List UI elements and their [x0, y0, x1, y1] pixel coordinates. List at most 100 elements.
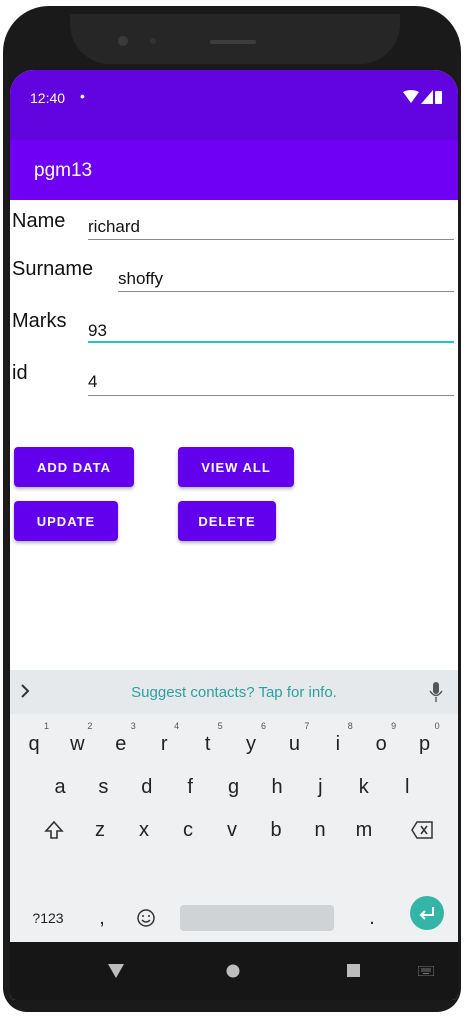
name-field[interactable] — [88, 210, 454, 241]
suggestion-bar: Suggest contacts? Tap for info. — [10, 670, 458, 714]
keyboard-switch-icon[interactable] — [418, 966, 434, 976]
key-k[interactable]: k — [346, 767, 382, 807]
key-d[interactable]: d — [129, 767, 165, 807]
key-m[interactable]: m — [346, 810, 382, 850]
key-o[interactable]: o9 — [363, 721, 399, 764]
key-number-hint: 6 — [260, 721, 266, 731]
name-input[interactable] — [88, 213, 454, 241]
battery-icon — [435, 91, 442, 104]
wifi-icon — [403, 90, 419, 103]
phone-screen: 12:40 • pgm13 Name Surname Mark — [10, 70, 458, 1000]
key-label: p — [419, 733, 431, 755]
key-n[interactable]: n — [302, 810, 338, 850]
name-label: Name — [12, 210, 66, 232]
signal-icon — [421, 90, 433, 104]
key-number-hint: 8 — [347, 721, 353, 731]
front-camera — [118, 36, 128, 46]
key-e[interactable]: e3 — [103, 721, 139, 764]
key-h[interactable]: h — [259, 767, 295, 807]
earpiece-speaker — [210, 40, 256, 44]
key-v[interactable]: v — [214, 810, 250, 850]
backspace-key[interactable] — [404, 810, 440, 850]
delete-button[interactable]: DELETE — [178, 501, 276, 541]
suggest-contacts-text[interactable]: Suggest contacts? Tap for info. — [10, 684, 458, 701]
key-c[interactable]: c — [170, 810, 206, 850]
view-all-button[interactable]: VIEW ALL — [178, 447, 294, 487]
key-r[interactable]: r4 — [146, 721, 182, 764]
key-label: y — [246, 733, 256, 755]
key-i[interactable]: i8 — [320, 721, 356, 764]
student-form: Name Surname Marks id — [10, 200, 458, 460]
key-l[interactable]: l — [389, 767, 425, 807]
space-bar[interactable] — [180, 905, 334, 931]
marks-field[interactable] — [88, 313, 454, 345]
id-label: id — [12, 362, 28, 384]
key-q[interactable]: q1 — [16, 721, 52, 764]
key-label: o — [375, 733, 387, 755]
key-u[interactable]: u7 — [276, 721, 312, 764]
key-number-hint: 3 — [130, 721, 136, 731]
key-f[interactable]: f — [172, 767, 208, 807]
marks-underline — [88, 341, 454, 343]
marks-label: Marks — [12, 310, 67, 332]
emoji-icon — [137, 909, 155, 927]
home-icon[interactable] — [226, 964, 240, 978]
id-underline — [88, 395, 454, 396]
name-underline — [88, 239, 454, 240]
sensor — [150, 38, 156, 44]
key-label: e — [115, 733, 127, 755]
key-p[interactable]: p0 — [407, 721, 443, 764]
microphone-icon[interactable] — [428, 680, 444, 704]
key-number-hint: 4 — [174, 721, 180, 731]
key-a[interactable]: a — [42, 767, 78, 807]
key-y[interactable]: y6 — [233, 721, 269, 764]
app-title: pgm13 — [34, 160, 93, 181]
enter-key[interactable] — [410, 896, 444, 930]
key-g[interactable]: g — [216, 767, 252, 807]
back-icon[interactable] — [108, 964, 124, 978]
key-number-hint: 9 — [391, 721, 397, 731]
device-frame: 12:40 • pgm13 Name Surname Mark — [0, 0, 467, 1017]
key-label: u — [288, 733, 300, 755]
surname-field[interactable] — [118, 262, 454, 293]
notification-dot: • — [80, 88, 85, 104]
key-j[interactable]: j — [302, 767, 338, 807]
key-x[interactable]: x — [126, 810, 162, 850]
key-b[interactable]: b — [258, 810, 294, 850]
add-data-button[interactable]: ADD DATA — [14, 447, 134, 487]
key-label: w — [70, 733, 85, 755]
emoji-key[interactable] — [128, 898, 164, 938]
surname-underline — [118, 291, 454, 292]
period-key[interactable]: . — [354, 898, 390, 938]
key-label: i — [335, 733, 341, 755]
key-number-hint: 1 — [43, 721, 49, 731]
key-number-hint: 2 — [87, 721, 93, 731]
status-icons — [403, 88, 442, 106]
key-label: t — [204, 733, 211, 755]
key-label: r — [160, 733, 168, 755]
soft-keyboard: Suggest contacts? Tap for info. q1w2e3r4… — [10, 670, 458, 942]
key-t[interactable]: t5 — [190, 721, 226, 764]
backspace-icon — [411, 821, 433, 839]
status-bar: 12:40 • — [10, 70, 458, 140]
symbols-key[interactable]: ?123 — [28, 898, 68, 938]
key-s[interactable]: s — [85, 767, 121, 807]
surname-label: Surname — [12, 258, 94, 280]
surname-input[interactable] — [118, 265, 454, 293]
key-w[interactable]: w2 — [59, 721, 95, 764]
shift-icon — [44, 820, 64, 839]
key-label: q — [28, 733, 40, 755]
id-input[interactable] — [88, 368, 454, 396]
key-number-hint: 0 — [434, 721, 440, 731]
key-number-hint: 7 — [304, 721, 310, 731]
app-bar: pgm13 — [10, 140, 458, 200]
key-number-hint: 5 — [217, 721, 223, 731]
comma-key[interactable]: , — [84, 898, 120, 938]
recents-icon[interactable] — [347, 964, 360, 977]
shift-key[interactable] — [36, 810, 72, 850]
id-field[interactable] — [88, 366, 454, 396]
enter-arrow-icon — [419, 907, 434, 920]
status-time: 12:40 — [30, 90, 66, 106]
key-z[interactable]: z — [82, 810, 118, 850]
update-button[interactable]: UPDATE — [14, 501, 118, 541]
